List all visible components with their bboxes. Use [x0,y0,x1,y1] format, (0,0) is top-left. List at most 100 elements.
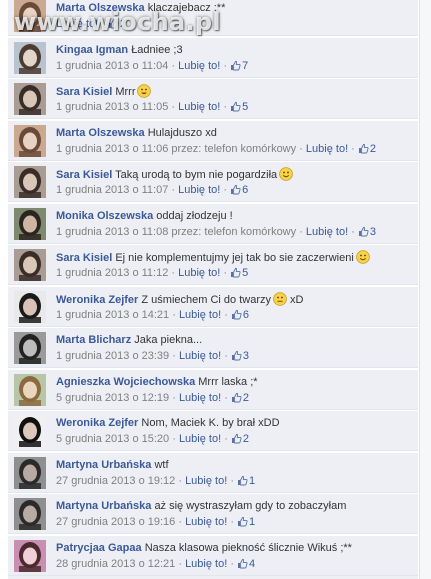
commenter-avatar[interactable] [14,373,46,406]
like-link[interactable]: Lubię to! [185,475,227,487]
like-link[interactable]: Lubię to! [306,226,348,238]
like-count[interactable]: 2 [243,433,249,445]
like-thumb-icon [230,60,241,75]
comment-author-link[interactable]: Agnieszka Wojciechowska [56,376,195,388]
comment-text: Taką urodą to bym nie pogardziła [115,169,278,181]
commenter-avatar[interactable] [14,498,46,530]
like-count[interactable]: 6 [243,309,249,321]
comment-timestamp[interactable]: 27 grudnia 2013 o 19:16 [56,516,175,528]
comment: Monika Olszewska oddaj złodzeju ! 1 grud… [8,203,418,244]
like-count[interactable]: 5 [242,101,248,113]
comment-device: telefon komórkowy [204,225,297,238]
comment: Weronika Zejfer Nom, Maciek K. by brał x… [8,411,418,451]
commenter-avatar[interactable] [14,290,46,323]
like-thumb-icon [237,516,248,531]
like-link[interactable]: Lubię to! [179,309,221,321]
like-count[interactable]: 3 [370,226,376,238]
like-count[interactable]: 7 [242,60,248,72]
like-link[interactable]: Lubię to! [56,18,98,30]
like-count[interactable]: 3 [243,350,249,362]
comment-timestamp[interactable]: 1 grudnia 2013 o 14:21 [56,309,169,321]
like-link[interactable]: Lubię to! [178,60,220,72]
like-count[interactable]: 2 [243,392,249,404]
like-count[interactable]: 4 [249,558,255,570]
comment-author-link[interactable]: Weronika Zejfer [56,294,138,306]
comment-author-link[interactable]: Sara Kisiel [56,252,112,264]
like-link[interactable]: Lubię to! [179,350,221,362]
comment: Martyna Urbańska aż się wystraszyłam gdy… [8,494,418,534]
commenter-avatar[interactable] [14,539,46,572]
comment-author-link[interactable]: Marta Olszewska [56,2,145,14]
comment-author-link[interactable]: Kingaa Igman [56,44,128,56]
comment-author-link[interactable]: Marta Olszewska [56,127,145,139]
comment-author-link[interactable]: Monika Olszewska [56,210,153,222]
comment-author-link[interactable]: Martyna Urbańska [56,500,151,512]
comment-timestamp[interactable]: 1 grudnia 2013 o 11:05 [56,101,168,113]
commenter-avatar[interactable] [14,0,46,32]
comment-list: Marta Olszewska klaczajebacz :** Lubię t… [8,0,418,577]
comment-timestamp[interactable]: 1 grudnia 2013 o 11:12 [56,267,168,279]
like-link[interactable]: Lubię to! [185,516,227,528]
comment-timestamp[interactable]: 1 grudnia 2013 o 11:07 [56,184,168,196]
like-link[interactable]: Lubię to! [306,143,348,155]
commenter-avatar[interactable] [14,456,46,489]
like-thumb-icon [231,433,242,448]
comment-text: aż się wystraszyłam gdy to zobaczyłam [154,500,347,512]
emoticon-grin-icon [137,84,152,102]
like-thumb-icon [230,184,241,199]
comment-timestamp[interactable]: 1 grudnia 2013 o 11:08 [56,226,168,238]
like-count[interactable]: 1 [249,516,255,528]
comment-timestamp[interactable]: 5 grudnia 2013 o 15:20 [56,433,169,445]
comment-text: Ej nie komplementujmy jej tak bo sie zac… [115,252,354,264]
comment-text: Mrrr laska ;* [198,375,258,388]
like-count[interactable]: 1 [249,475,255,487]
comment-device: telefon komórkowy [204,142,297,155]
commenter-avatar[interactable] [14,124,46,157]
like-link[interactable]: Lubię to! [178,101,220,113]
like-link[interactable]: Lubię to! [178,267,220,279]
comment: Martyna Urbańska wtf 27 grudnia 2013 o 1… [8,452,418,493]
comment-author-link[interactable]: Weronika Zejfer [56,417,138,429]
commenter-avatar[interactable] [14,166,46,198]
like-count[interactable]: 6 [242,184,248,196]
commenter-avatar[interactable] [14,415,46,447]
comment-author-link[interactable]: Sara Kisiel [56,86,112,98]
commenter-avatar[interactable] [14,83,46,115]
commenter-avatar[interactable] [14,207,46,240]
comment-text: Nasza klasowa piekność ślicznie Wikuś ;*… [144,541,352,554]
like-thumb-icon [231,392,242,407]
comment-timestamp[interactable]: 27 grudnia 2013 o 19:12 [56,475,175,487]
like-thumb-icon [108,18,119,33]
comment-text: Mrrr [115,86,136,98]
comment: Sara Kisiel Mrrr 1 grudnia 2013 o 11:05 … [8,79,418,119]
like-count[interactable]: 5 [242,267,248,279]
like-count[interactable]: 2 [120,18,126,30]
comment-timestamp[interactable]: 1 grudnia 2013 o 11:06 [56,143,168,155]
comment-timestamp[interactable]: 28 grudnia 2013 o 12:21 [56,558,175,570]
comment-author-link[interactable]: Martyna Urbańska [56,459,151,471]
like-thumb-icon [230,267,241,282]
emoticon-neutral-icon [273,291,287,310]
like-link[interactable]: Lubię to! [179,433,221,445]
comment-timestamp[interactable]: 1 grudnia 2013 o 11:04 [56,60,168,72]
comment-author-link[interactable]: Patrycjaa Gapaa [56,542,142,554]
comment-author-link[interactable]: Sara Kisiel [56,169,112,181]
like-count[interactable]: 2 [370,143,376,155]
comment-text: klaczajebacz :** [147,2,226,14]
like-thumb-icon [230,101,241,116]
via-label: przez: [171,225,205,238]
comment: Marta Olszewska Hulajduszo xd 1 grudnia … [8,120,418,161]
commenter-avatar[interactable] [14,332,46,364]
comment-author-link[interactable]: Marta Blicharz [56,334,131,346]
commenter-avatar[interactable] [14,41,46,74]
like-link[interactable]: Lubię to! [178,184,220,196]
commenter-avatar[interactable] [14,249,46,281]
comment-timestamp[interactable]: 5 grudnia 2013 o 12:19 [56,392,169,404]
like-link[interactable]: Lubię to! [179,392,221,404]
like-link[interactable]: Lubię to! [185,558,227,570]
comment-timestamp[interactable]: 1 grudnia 2013 o 23:39 [56,350,169,362]
comment: Weronika Zejfer Z uśmiechem Ci do twarzy… [8,286,418,327]
comment: Patrycjaa Gapaa Nasza klasowa piekność ś… [8,535,418,576]
comment: Agnieszka Wojciechowska Mrrr laska ;* 5 … [8,369,418,410]
comment: Marta Blicharz Jaka piekna... 1 grudnia … [8,328,418,368]
